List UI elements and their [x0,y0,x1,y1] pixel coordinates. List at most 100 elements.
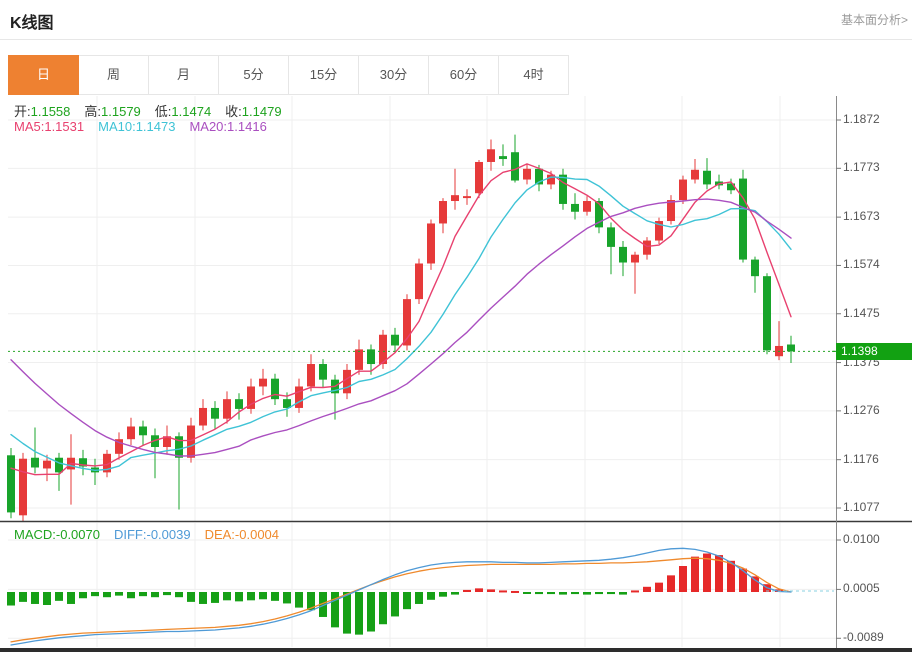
macd-bar [79,592,87,598]
candle-body [751,260,759,277]
candle-body [439,201,447,223]
candle-body [487,149,495,162]
candle-body [631,255,639,263]
legend-value: -0.0039 [146,527,190,542]
macd-bar [379,592,387,624]
macd-bar [679,566,687,592]
candle-body [211,408,219,419]
macd-legend: MACD:-0.0070DIFF:-0.0039DEA:-0.0004 [14,527,293,542]
candle-body [667,200,675,221]
kline-page: K线图 基本面分析> 日周月5分15分30分60分4时 开:1.1558高:1.… [0,0,912,652]
legend-label: MA20: [189,119,227,134]
legend-label: 收: [225,104,242,119]
legend-label: 低: [155,104,172,119]
legend-label: MA5: [14,119,44,134]
y-axis-label: 1.1673 [843,209,880,223]
candle-body [415,263,423,299]
candle-body [55,458,63,473]
macd-bar [199,592,207,604]
macd-bar [187,592,195,602]
macd-bar [355,592,363,635]
macd-bar [643,587,651,592]
macd-bar [211,592,219,603]
kline-chart-canvas[interactable] [0,0,912,652]
candle-body [259,379,267,387]
y-axis-label: 1.1872 [843,112,880,126]
legend-value: 1.1473 [136,119,176,134]
macd-bar [235,592,243,601]
macd-bar [175,592,183,597]
macd-bar [91,592,99,596]
macd-bar [691,557,699,592]
legend-label: DEA: [205,527,235,542]
macd-bar [499,590,507,592]
legend-value: 1.1579 [101,104,141,119]
macd-bar [571,592,579,594]
y-axis-label: 1.1574 [843,257,880,271]
legend-value: 1.1531 [44,119,84,134]
candle-body [571,204,579,212]
ma20-line [11,199,791,456]
macd-bar [43,592,51,605]
y-axis-label: -0.0089 [843,630,884,644]
candle-body [187,426,195,458]
candle-body [607,227,615,247]
macd-bar [619,592,627,595]
macd-bar [55,592,63,601]
last-price-badge: 1.1398 [836,343,912,360]
candle-body [343,370,351,393]
legend-label: 开: [14,104,31,119]
candle-body [787,345,795,352]
candle-body [619,247,627,263]
candle-body [475,162,483,193]
macd-bar [751,576,759,592]
macd-bar [427,592,435,600]
macd-bar [451,592,459,595]
y-axis-label: 0.0005 [843,581,880,595]
macd-bar [19,592,27,602]
candle-body [499,156,507,159]
legend-label: DIFF: [114,527,147,542]
macd-bar [163,592,171,595]
y-axis-label: 1.1176 [843,452,879,466]
macd-bar [139,592,147,596]
macd-bar [367,592,375,632]
candle-body [295,386,303,407]
legend-label: 高: [84,104,101,119]
macd-bar [7,592,15,606]
macd-bar [535,592,543,594]
macd-bar [667,575,675,592]
candle-body [703,171,711,185]
candle-body [763,276,771,350]
candle-body [31,458,39,468]
macd-bar [115,592,123,596]
candle-body [583,201,591,212]
macd-bar [607,592,615,594]
macd-bar [391,592,399,616]
macd-bar [415,592,423,604]
macd-bar [343,592,351,634]
macd-bar [403,592,411,609]
candle-body [391,335,399,346]
macd-bar [271,592,279,601]
macd-bar [295,592,303,608]
macd-bar [259,592,267,599]
candle-body [559,175,567,204]
candle-body [43,461,51,469]
macd-bar [487,589,495,592]
candle-body [463,196,471,198]
macd-bar [655,583,663,592]
candle-body [19,459,27,516]
ohlc-legend: 开:1.1558高:1.1579低:1.1474收:1.1479 [14,101,296,120]
macd-bar [595,592,603,594]
macd-bar [547,592,555,594]
macd-bar [31,592,39,604]
macd-bar [559,592,567,595]
legend-value: -0.0070 [56,527,100,542]
macd-bar [283,592,291,603]
macd-bar [439,592,447,597]
candle-body [427,223,435,263]
macd-bar [727,561,735,592]
macd-bar [127,592,135,598]
y-axis-label: 1.1773 [843,160,880,174]
